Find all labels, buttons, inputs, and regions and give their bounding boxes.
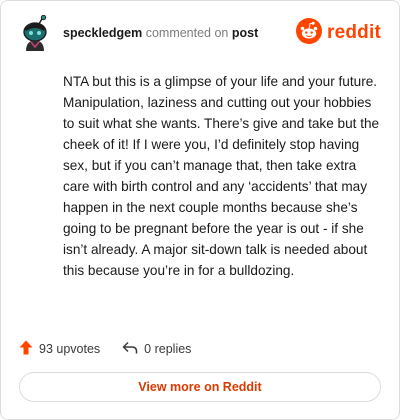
upvotes-stat[interactable]: 93 upvotes [19,340,100,358]
comment-embed-card: speckledgem commented on post reddit NTA… [0,0,400,420]
action-text: commented on [145,26,229,40]
username-link[interactable]: speckledgem [63,26,142,40]
comment-header: speckledgem commented on post reddit [19,14,385,51]
comment-body: NTA but this is a glimpse of your life a… [63,74,380,278]
reply-arrow-icon [122,341,144,358]
post-link[interactable]: post [232,26,258,40]
upvotes-count: 93 upvotes [39,342,101,356]
comment-meta: speckledgem commented on post [63,26,258,40]
view-more-button[interactable]: View more on Reddit [19,372,381,402]
upvote-arrow-icon [19,340,39,358]
reddit-logo-icon [296,17,323,49]
replies-stat[interactable]: 0 replies [122,341,191,358]
user-avatar-icon[interactable] [19,14,53,51]
replies-count: 0 replies [144,342,192,356]
reddit-wordmark: reddit [327,22,381,43]
comment-footer: 93 upvotes 0 replies [19,339,213,359]
reddit-brand[interactable]: reddit [296,17,381,49]
